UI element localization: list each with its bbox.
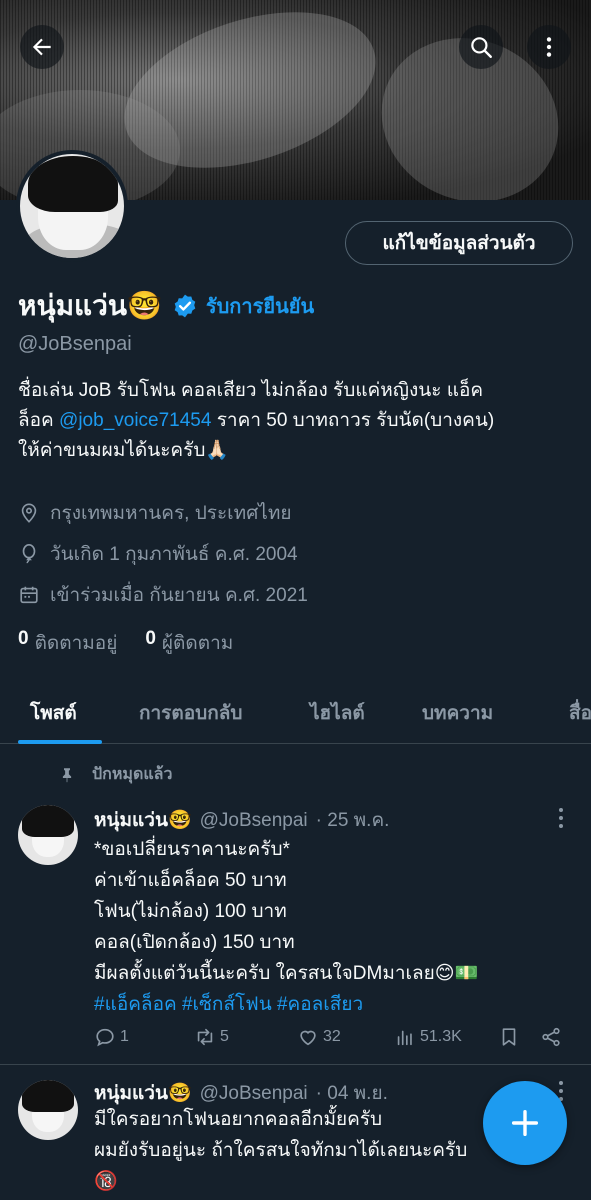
edit-profile-button[interactable]: แก้ไขข้อมูลส่วนตัว [345,221,573,265]
profile-joined: เข้าร่วมเมื่อ กันยายน ค.ศ. 2021 [18,580,308,610]
follow-stats: 0 ติดตามอยู่ 0 ผู้ติดตาม [18,628,261,658]
followers-link[interactable]: 0 ผู้ติดตาม [145,628,233,658]
post-line: มีผลตั้งแต่วันนี้นะครับ ใครสนใจDMมาเลย😊💵 [94,963,479,984]
more-vertical-icon [546,37,552,57]
repost-count: 5 [220,1028,229,1045]
back-button[interactable] [20,25,64,69]
arrow-left-icon [32,38,51,56]
post-more-icon[interactable] [554,807,568,829]
views-button[interactable]: 51.3K [394,1026,462,1048]
tab-highlights[interactable]: ไฮไลต์ [310,698,365,728]
reply-count: 1 [120,1028,129,1045]
following-link[interactable]: 0 ติดตามอยู่ [18,628,117,658]
avatar-art [28,156,118,212]
bio-mention-link[interactable]: @job_voice71454 [59,410,211,431]
post-line: คอล(เปิดกล้อง) 150 บาท [94,932,295,953]
post-line: 🔞 [94,1171,118,1192]
tab-replies[interactable]: การตอบกลับ [139,698,242,728]
profile-handle: @JoBsenpai [18,333,132,355]
bio-text: ราคา 50 บาทถาวร รับนัด(บางคน) [211,410,495,431]
calendar-icon [20,586,38,604]
post-author-name[interactable]: หนุ่มแว่น🤓 [94,805,192,835]
get-verified-link[interactable]: รับการยืนยัน [206,290,314,322]
birthday-text: วันเกิด 1 กุมภาพันธ์ ค.ศ. 2004 [50,544,298,565]
following-count: 0 [18,628,29,649]
pinned-indicator: ปักหมุดแล้ว [58,762,172,787]
views-count: 51.3K [420,1028,462,1045]
followers-count: 0 [145,628,156,649]
bio-text: ล็อค [18,410,60,431]
post-divider [0,1064,591,1065]
profile-tabs: โพสต์ การตอบกลับ ไฮไลต์ บทความ สื่อ [0,680,591,744]
post-author-handle: @JoBsenpai [199,810,308,831]
more-options-button[interactable] [527,25,571,69]
post-actions: 1 5 32 51.3K [94,1026,574,1052]
profile-bio: ชื่อเล่น JoB รับโฟน คอลเสียว ไม่กล้อง รั… [18,376,578,466]
reply-icon [96,1028,114,1047]
tab-media[interactable]: สื่อ [569,698,591,728]
pin-icon [62,767,72,782]
tab-posts[interactable]: โพสต์ [30,698,77,728]
post-body: *ขอเปลี่ยนราคานะครับ* ค่าเข้าแอ็คล็อค 50… [94,834,574,1020]
reply-button[interactable]: 1 [94,1026,129,1048]
bio-line: ชื่อเล่น JoB รับโฟน คอลเสียว ไม่กล้อง รั… [18,380,484,401]
following-label: ติดตามอยู่ [34,633,118,654]
profile-avatar[interactable] [16,150,128,262]
avatar-art [22,805,74,837]
post-avatar[interactable] [18,1080,78,1140]
avatar-art [22,1080,74,1112]
location-pin-icon [21,503,37,523]
views-chart-icon [397,1030,412,1046]
post-header: หนุ่มแว่น🤓 @JoBsenpai · 25 พ.ค. [94,805,389,835]
post-line: ค่าเข้าแอ็คล็อค 50 บาท [94,870,287,891]
share-button[interactable] [540,1026,566,1048]
location-text: กรุงเทพมหานคร, ประเทศไทย [50,503,292,524]
pinned-label: ปักหมุดแล้ว [92,766,173,783]
balloon-icon [22,544,36,564]
bio-line: ล็อค @job_voice71454 ราคา 50 บาทถาวร รับ… [18,406,578,436]
search-icon [471,37,492,58]
profile-name: หนุ่มแว่น🤓 [18,290,162,321]
active-tab-indicator [18,740,102,744]
profile-name-row: หนุ่มแว่น🤓 รับการยืนยัน [18,284,314,328]
repost-icon [197,1028,213,1046]
bookmark-button[interactable] [498,1026,524,1048]
joined-text: เข้าร่วมเมื่อ กันยายน ค.ศ. 2021 [50,585,308,606]
like-count: 32 [323,1028,341,1045]
bookmark-icon [502,1028,516,1046]
post-time[interactable]: · 25 พ.ค. [316,805,390,835]
profile-birthday: วันเกิด 1 กุมภาพันธ์ ค.ศ. 2004 [18,539,298,569]
post-line: โฟน(ไม่กล้อง) 100 บาท [94,901,287,922]
profile-location: กรุงเทพมหานคร, ประเทศไทย [18,498,291,528]
plus-icon [511,1109,539,1137]
heart-icon [300,1030,316,1046]
followers-label: ผู้ติดตาม [161,633,234,654]
post-avatar[interactable] [18,805,78,865]
like-button[interactable]: 32 [297,1026,341,1048]
post-hashtags[interactable]: #แอ็คล็อค #เซ็กส์โฟน #คอลเสียว [94,989,574,1020]
repost-button[interactable]: 5 [194,1026,229,1048]
verified-badge-icon[interactable] [172,293,198,319]
post-author-handle: @JoBsenpai [199,1083,308,1104]
bio-line: ให้ค่าขนมผมได้นะครับ🙏🏻 [18,440,230,461]
search-button[interactable] [459,25,503,69]
tab-articles[interactable]: บทความ [422,698,493,728]
compose-post-button[interactable] [483,1081,567,1165]
share-icon [542,1027,560,1047]
post-line: *ขอเปลี่ยนราคานะครับ* [94,839,290,860]
